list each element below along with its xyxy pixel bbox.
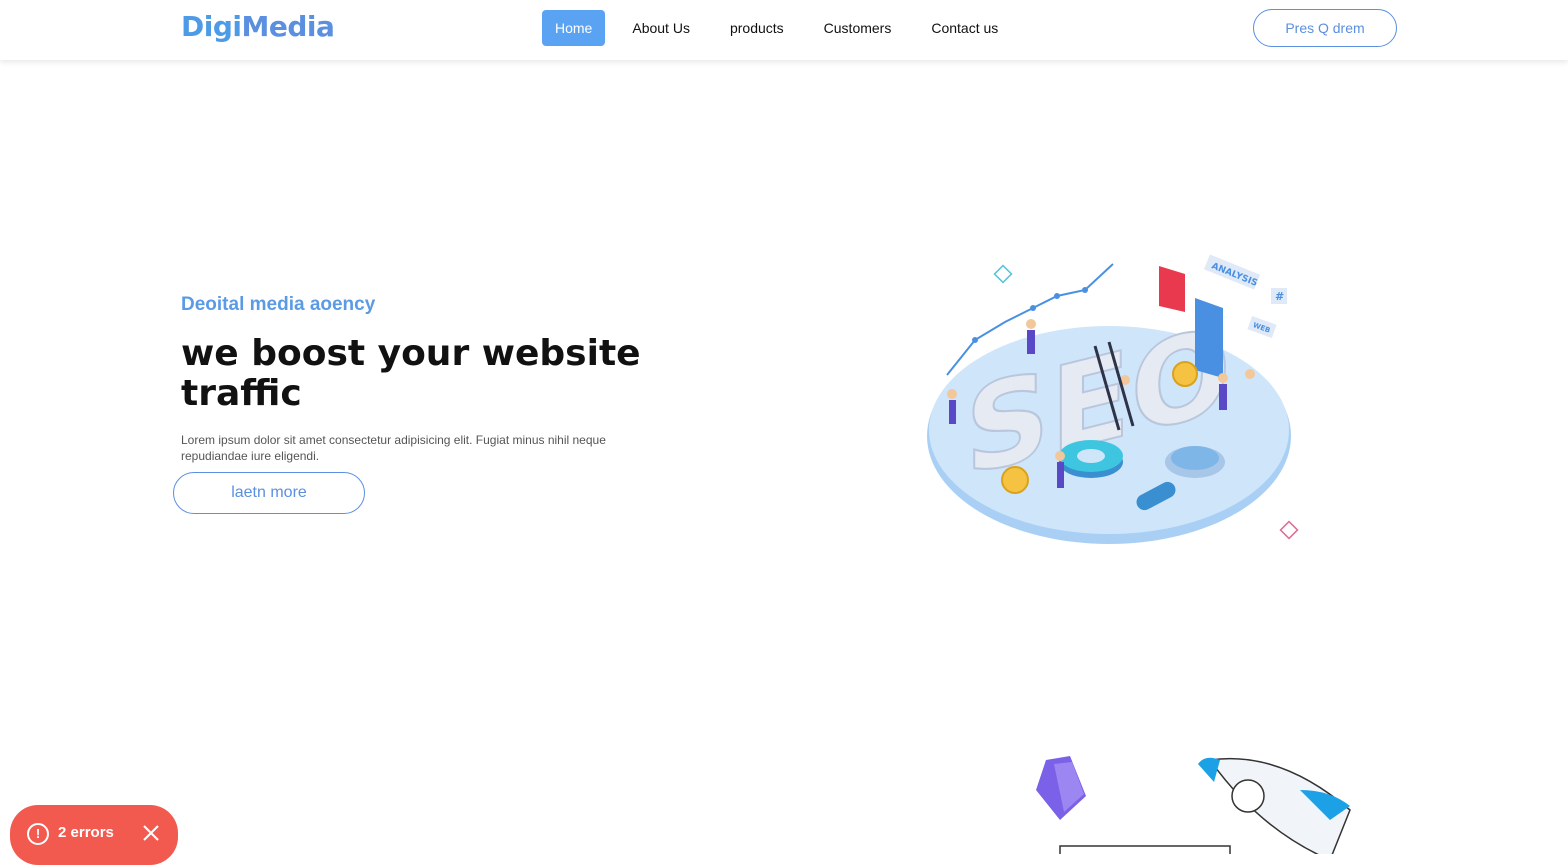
nav-item-about-us[interactable]: About Us [619, 10, 703, 46]
nav-item-home[interactable]: Home [542, 10, 606, 46]
seo-illustration: SEO ANALYSIS # WEB [927, 254, 1299, 544]
hero-subtitle: Deoital media aoency [181, 294, 376, 315]
error-count-label: 2 errors [58, 824, 114, 841]
rocket-illustration [1036, 756, 1351, 854]
hash-tag: # [1271, 288, 1287, 304]
close-icon[interactable] [141, 823, 161, 843]
hero-description: Lorem ipsum dolor sit amet consectetur a… [181, 433, 606, 463]
header-cta-button[interactable]: Pres Q drem [1253, 9, 1397, 47]
site-header: DigiMedia Home About Us products Custome… [0, 0, 1568, 60]
analysis-tag: ANALYSIS [1203, 254, 1261, 290]
learn-more-button[interactable]: laetn more [173, 472, 365, 514]
logo[interactable]: DigiMedia [181, 10, 335, 43]
logo-part-2: Media [241, 10, 335, 43]
hero-title: we boost your website traffic [181, 333, 641, 414]
main-nav: Home About Us products Customers Contact… [542, 10, 1025, 46]
nav-item-contact-us[interactable]: Contact us [918, 10, 1011, 46]
svg-text:#: # [1275, 290, 1284, 303]
logo-part-1: Digi [181, 10, 242, 43]
alert-circle-icon: ! [27, 823, 49, 845]
error-badge[interactable]: ! 2 errors [10, 805, 178, 865]
nav-item-products[interactable]: products [717, 10, 797, 46]
web-tag: WEB [1247, 315, 1277, 339]
nav-item-customers[interactable]: Customers [811, 10, 905, 46]
